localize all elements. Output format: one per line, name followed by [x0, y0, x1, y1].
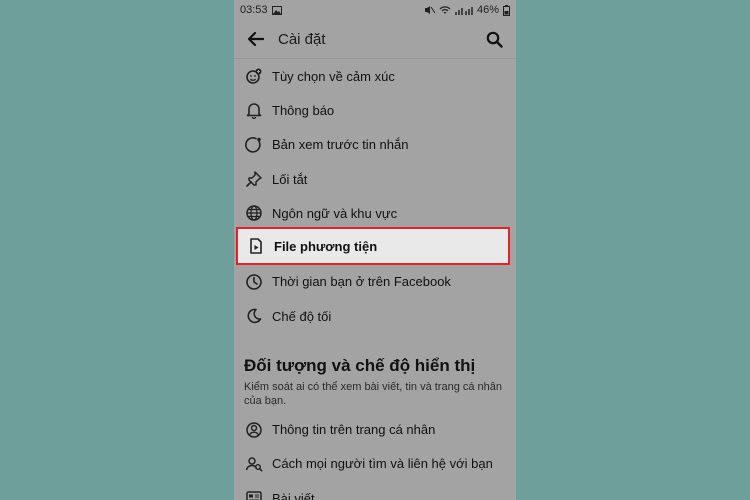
profile-icon	[244, 420, 264, 440]
settings-item-profile-info[interactable]: Thông tin trên trang cá nhân	[234, 412, 516, 446]
moon-icon	[244, 306, 264, 326]
settings-item-shortcuts[interactable]: Lối tắt	[234, 162, 516, 196]
pin-icon	[244, 169, 264, 189]
settings-item-label: Ngôn ngữ và khu vực	[272, 205, 398, 221]
battery-icon	[503, 4, 510, 16]
settings-item-language-region[interactable]: Ngôn ngữ và khu vực	[234, 196, 516, 230]
status-bar: 03:53 46%	[234, 0, 516, 20]
page-title: Cài đặt	[278, 30, 326, 48]
settings-item-label: Chế độ tối	[272, 308, 332, 324]
wifi-icon	[439, 5, 451, 15]
phone-screen: 03:53 46% Cài đặt Tùy chọn về cảm xúc Th…	[234, 0, 516, 500]
message-preview-icon	[244, 135, 264, 155]
posts-icon	[244, 488, 264, 500]
back-button[interactable]	[244, 27, 268, 51]
settings-item-dark-mode[interactable]: Chế độ tối	[234, 299, 516, 333]
battery-percent: 46%	[476, 4, 499, 16]
settings-item-label: Thông tin trên trang cá nhân	[272, 422, 436, 438]
find-people-icon	[244, 454, 264, 474]
settings-item-media-files[interactable]: File phương tiện	[238, 229, 508, 263]
clock-icon	[244, 272, 264, 292]
signal-icon	[454, 5, 473, 15]
mute-icon	[424, 5, 435, 15]
settings-item-label: Tùy chọn về cảm xúc	[272, 68, 395, 84]
settings-item-label: Thời gian bạn ở trên Facebook	[272, 274, 451, 290]
settings-list: Tùy chọn về cảm xúc Thông báo Bản xem tr…	[234, 59, 516, 500]
settings-item-label: Thông báo	[272, 102, 335, 118]
highlighted-item-frame: File phương tiện	[236, 227, 510, 265]
section-description-audience: Kiểm soát ai có thể xem bài viết, tin và…	[244, 381, 503, 408]
settings-item-label: Cách mọi người tìm và liên hệ với bạn	[272, 456, 493, 472]
gallery-icon	[271, 5, 282, 15]
settings-item-label: Bản xem trước tin nhắn	[272, 137, 409, 153]
settings-item-label: File phương tiện	[274, 238, 378, 254]
settings-item-label: Bài viết	[272, 490, 315, 500]
search-button[interactable]	[482, 27, 506, 51]
settings-item-find-contact[interactable]: Cách mọi người tìm và liên hệ với bạn	[234, 447, 516, 481]
emoji-reaction-icon	[244, 66, 264, 86]
settings-item-posts[interactable]: Bài viết	[234, 481, 516, 500]
app-bar: Cài đặt	[234, 20, 516, 59]
settings-item-reactions[interactable]: Tùy chọn về cảm xúc	[234, 59, 516, 93]
settings-item-time-on-facebook[interactable]: Thời gian bạn ở trên Facebook	[234, 265, 516, 299]
arrow-left-icon	[248, 32, 264, 46]
section-title-audience: Đối tượng và chế độ hiển thị	[244, 356, 476, 376]
settings-item-message-preview[interactable]: Bản xem trước tin nhắn	[234, 128, 516, 162]
status-time: 03:53	[240, 4, 268, 16]
search-icon	[486, 31, 503, 48]
bell-icon	[244, 100, 264, 120]
media-file-icon	[246, 236, 266, 256]
settings-item-label: Lối tắt	[272, 171, 308, 187]
settings-item-notifications[interactable]: Thông báo	[234, 93, 516, 127]
globe-icon	[244, 203, 264, 223]
